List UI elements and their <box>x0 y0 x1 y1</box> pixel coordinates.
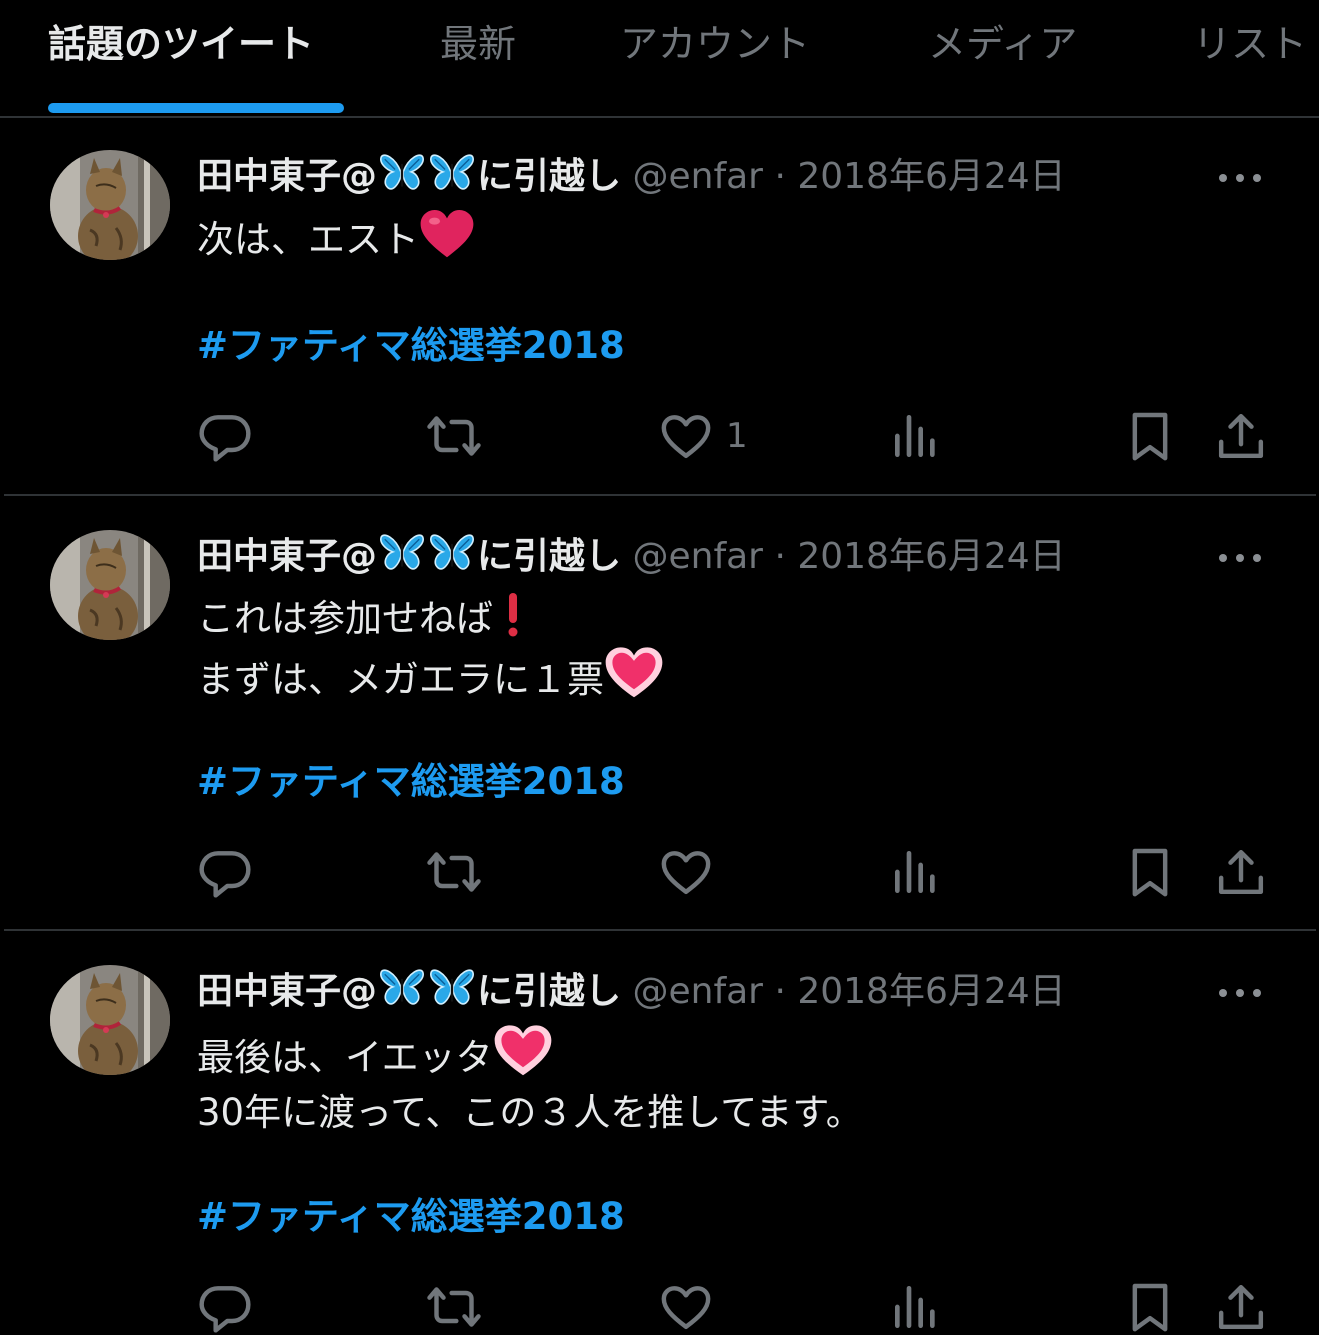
display-name[interactable]: 田中東子@ に引越し <box>197 536 621 577</box>
tweet[interactable]: 田中東子@ に引越し @enfar · 2018年6月24日 これは参加せねば ま… <box>0 496 1319 930</box>
tweet-date[interactable]: 2018年6月24日 <box>797 536 1065 577</box>
butterfly-icon <box>379 532 425 574</box>
retweet-icon[interactable] <box>426 1279 482 1335</box>
tab-accounts[interactable]: アカウント <box>620 18 810 70</box>
exclamation-emoji <box>508 593 518 637</box>
tweet-text-line: 30年に渡って、この３人を推してます。 <box>197 1091 863 1134</box>
tweet[interactable]: 田中東子@ に引越し @enfar · 2018年6月24日 最後は、イエッタ 3… <box>0 931 1319 1319</box>
tweet-header: 田中東子@ に引越し @enfar · 2018年6月24日 <box>197 532 1066 581</box>
more-icon[interactable] <box>1215 543 1265 573</box>
tab-media[interactable]: メディア <box>928 18 1077 70</box>
bookmark-icon[interactable] <box>1122 408 1178 464</box>
butterfly-icon <box>429 152 475 194</box>
hashtag-link[interactable]: #ファティマ総選挙2018 <box>197 322 625 370</box>
heart-emoji <box>604 646 664 700</box>
views-icon[interactable] <box>888 1279 944 1335</box>
views-icon[interactable] <box>888 408 944 464</box>
handle[interactable]: @enfar <box>632 536 763 577</box>
like-icon[interactable] <box>658 1279 714 1335</box>
avatar[interactable] <box>50 150 170 260</box>
tab-top-tweets[interactable]: 話題のツイート <box>48 18 314 70</box>
active-tab-indicator <box>48 103 344 113</box>
meta-separator: · <box>774 536 786 577</box>
tweet-header: 田中東子@ に引越し @enfar · 2018年6月24日 <box>197 152 1066 201</box>
search-tabs-bar: 話題のツイート 最新 アカウント メディア リスト <box>0 0 1319 118</box>
display-name[interactable]: 田中東子@ に引越し <box>197 971 621 1012</box>
handle[interactable]: @enfar <box>632 971 763 1012</box>
hashtag-link[interactable]: #ファティマ総選挙2018 <box>197 1193 625 1241</box>
like-icon[interactable] <box>658 844 714 900</box>
share-icon[interactable] <box>1213 408 1269 464</box>
tweet[interactable]: 田中東子@ に引越し @enfar · 2018年6月24日 次は、エスト #ファ… <box>0 118 1319 496</box>
like-count: 1 <box>726 416 748 456</box>
display-name[interactable]: 田中東子@ に引越し <box>197 156 621 197</box>
retweet-icon[interactable] <box>426 844 482 900</box>
more-icon[interactable] <box>1215 978 1265 1008</box>
more-icon[interactable] <box>1215 163 1265 193</box>
butterfly-icon <box>379 152 425 194</box>
bookmark-icon[interactable] <box>1122 1279 1178 1335</box>
heart-emoji <box>493 1024 553 1078</box>
meta-separator: · <box>774 156 786 197</box>
like-icon[interactable] <box>658 408 714 464</box>
tweet-text-line: 最後は、イエッタ <box>197 1024 863 1085</box>
tweet-text-line: 次は、エスト <box>197 210 475 267</box>
hashtag-link[interactable]: #ファティマ総選挙2018 <box>197 758 625 806</box>
tweet-text-line: これは参加せねば <box>197 589 664 646</box>
meta-separator: · <box>774 971 786 1012</box>
heart-emoji <box>419 210 475 260</box>
tweet-text-line: まずは、メガエラに１票 <box>197 646 664 707</box>
reply-icon[interactable] <box>197 844 253 900</box>
tweet-text: 次は、エスト <box>197 210 475 267</box>
tweet-date[interactable]: 2018年6月24日 <box>797 156 1065 197</box>
share-icon[interactable] <box>1213 844 1269 900</box>
tab-lists[interactable]: リスト <box>1193 18 1307 70</box>
avatar[interactable] <box>50 530 170 640</box>
tweet-date[interactable]: 2018年6月24日 <box>797 971 1065 1012</box>
handle[interactable]: @enfar <box>632 156 763 197</box>
tab-latest[interactable]: 最新 <box>440 18 516 70</box>
butterfly-icon <box>379 967 425 1009</box>
reply-icon[interactable] <box>197 408 253 464</box>
butterfly-icon <box>429 532 475 574</box>
butterfly-icon <box>429 967 475 1009</box>
reply-icon[interactable] <box>197 1279 253 1335</box>
retweet-icon[interactable] <box>426 408 482 464</box>
views-icon[interactable] <box>888 844 944 900</box>
tweet-text: 最後は、イエッタ 30年に渡って、この３人を推してます。 <box>197 1024 863 1140</box>
avatar[interactable] <box>50 965 170 1075</box>
tweet-text: これは参加せねば まずは、メガエラに１票 <box>197 589 664 707</box>
share-icon[interactable] <box>1213 1279 1269 1335</box>
bookmark-icon[interactable] <box>1122 844 1178 900</box>
tweet-header: 田中東子@ に引越し @enfar · 2018年6月24日 <box>197 967 1066 1016</box>
